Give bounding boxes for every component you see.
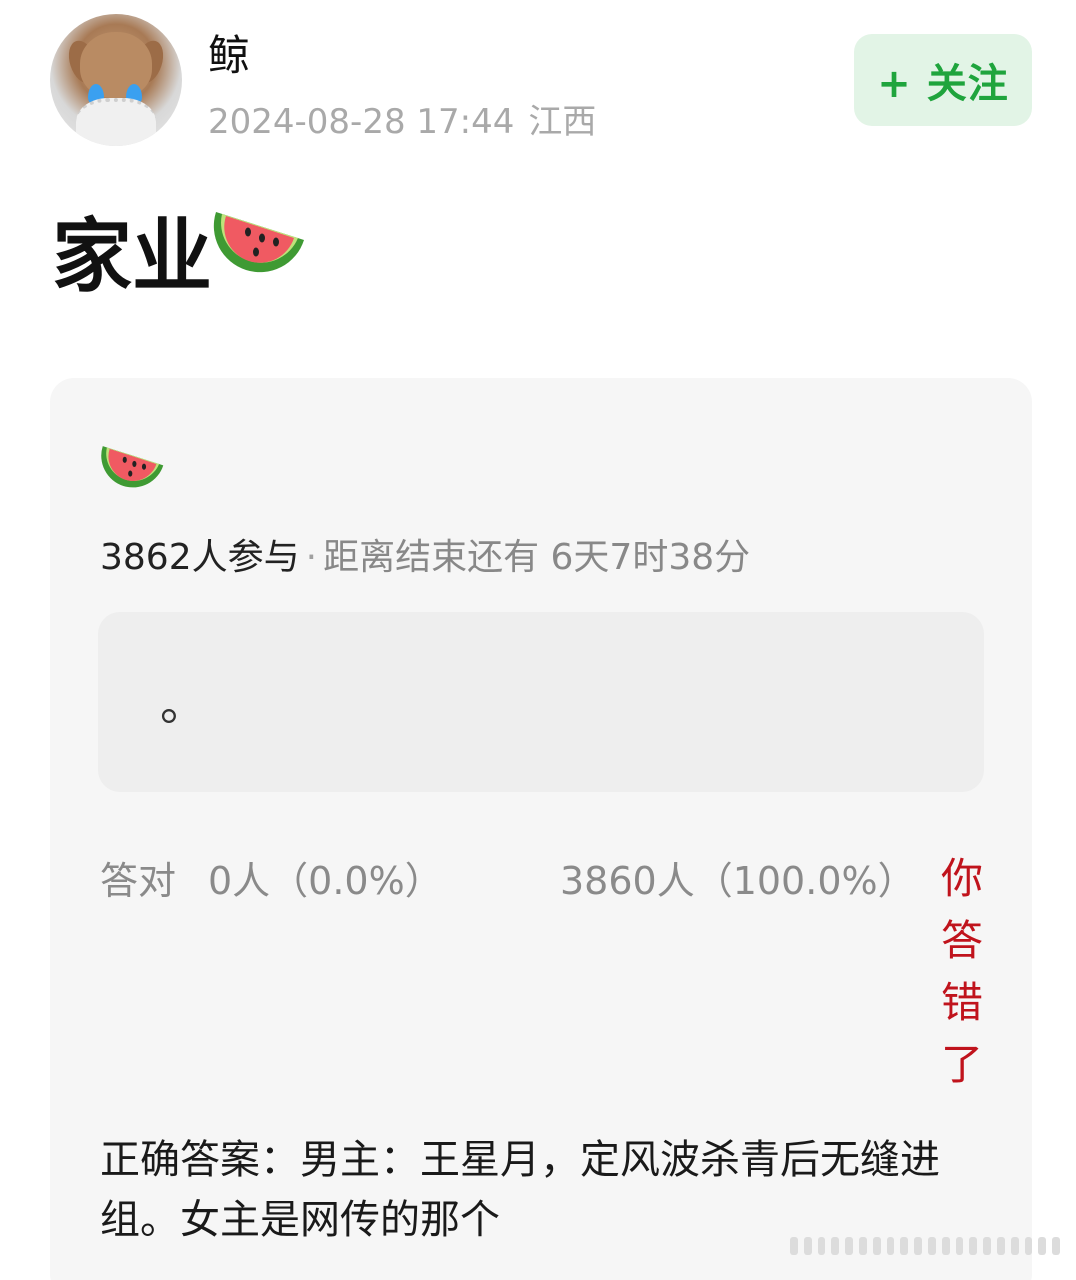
correct-answer-text: 正确答案：男主：王星月，定风波杀青后无缝进组。女主是网传的那个 (100, 1137, 940, 1243)
separator-dot: · (305, 537, 318, 578)
watermelon-icon (100, 436, 166, 500)
wrong-count: 3860人（100.0%） (560, 859, 916, 903)
post-page: 鲸 2024-08-28 17:44 江西 + 关注 家业 3862人参与 · … (0, 0, 1076, 1280)
wrong-answer-tag: 你答错了 (940, 854, 983, 1089)
watermelon-icon (212, 198, 308, 303)
quiz-card: 3862人参与 · 距离结束还有 6天7时38分 。 答对 0人（0.0%） 386… (50, 378, 1032, 1280)
quiz-option[interactable]: 。 (98, 612, 984, 792)
avatar[interactable] (50, 14, 182, 146)
username[interactable]: 鲸 (208, 22, 250, 83)
follow-button[interactable]: + 关注 (854, 34, 1032, 126)
correct-label: 答对 (100, 859, 177, 903)
post-meta: 2024-08-28 17:44 江西 (208, 94, 596, 143)
scroll-indicator (790, 1236, 1060, 1256)
post-timestamp: 2024-08-28 17:44 (208, 102, 515, 142)
quiz-participation: 3862人参与 · 距离结束还有 6天7时38分 (100, 528, 750, 580)
post-location: 江西 (528, 102, 597, 142)
post-title: 家业 (52, 192, 308, 308)
correct-count: 0人（0.0%） (208, 859, 443, 903)
participant-count: 3862人参与 (100, 537, 300, 578)
quiz-deadline: 距离结束还有 6天7时38分 (323, 537, 751, 578)
post-title-text: 家业 (52, 210, 212, 303)
quiz-option-text: 。 (160, 677, 206, 731)
